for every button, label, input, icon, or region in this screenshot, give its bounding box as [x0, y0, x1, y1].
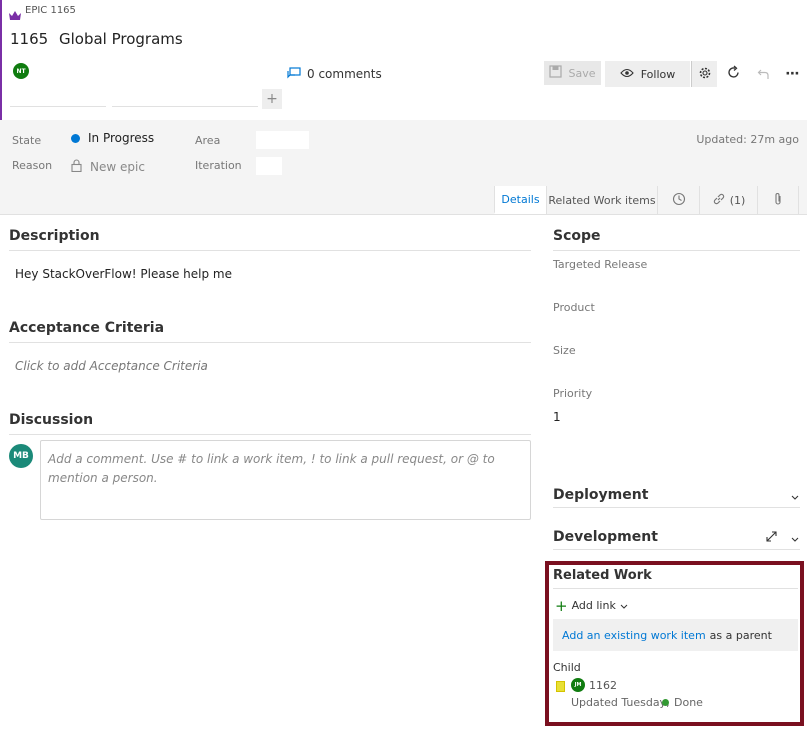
tab-details[interactable]: Details	[494, 186, 546, 214]
settings-button[interactable]	[691, 61, 717, 87]
acceptance-criteria-heading: Acceptance Criteria	[9, 320, 165, 336]
discussion-divider	[9, 434, 531, 435]
comment-icon	[287, 64, 301, 83]
work-item-title[interactable]: Global Programs	[59, 30, 183, 48]
eye-icon	[620, 67, 634, 81]
comments-link[interactable]: 0 comments	[287, 64, 382, 83]
description-divider	[9, 250, 531, 251]
iteration-field[interactable]	[256, 157, 282, 175]
refresh-button[interactable]	[722, 63, 744, 85]
development-divider	[553, 549, 800, 550]
acceptance-criteria-editor[interactable]: Click to add Acceptance Criteria	[9, 348, 531, 378]
state-field[interactable]: In Progress	[71, 131, 154, 145]
state-label: State	[12, 134, 42, 147]
updated-text: Updated: 27m ago	[696, 133, 799, 146]
size-label: Size	[553, 344, 576, 357]
plus-icon: +	[555, 596, 568, 615]
chevron-down-icon	[620, 599, 628, 612]
undo-button[interactable]	[752, 63, 774, 85]
comment-input[interactable]: Add a comment. Use # to link a work item…	[40, 440, 531, 520]
targeted-release-label: Targeted Release	[553, 258, 648, 271]
link-icon	[712, 192, 726, 209]
chevron-down-icon	[790, 528, 800, 547]
chevron-down-icon	[790, 486, 800, 505]
crown-icon	[9, 6, 21, 20]
tag-slot-2[interactable]	[112, 89, 258, 107]
save-button[interactable]: Save	[544, 61, 601, 85]
area-field[interactable]	[256, 131, 309, 149]
add-existing-work-item-link[interactable]: Add an existing work item	[562, 629, 706, 642]
feature-icon	[556, 681, 565, 692]
header-accent-bar	[0, 0, 2, 120]
follow-button[interactable]: Follow	[605, 61, 690, 87]
refresh-icon	[726, 65, 741, 84]
undo-icon	[757, 65, 770, 84]
product-field[interactable]	[553, 317, 800, 337]
scope-heading: Scope	[553, 228, 601, 244]
reason-field[interactable]: New epic	[71, 157, 145, 176]
priority-label: Priority	[553, 387, 593, 400]
more-actions-button[interactable]: ⋯	[782, 63, 804, 85]
lock-icon	[71, 157, 82, 176]
assignee-avatar[interactable]: NT	[13, 63, 29, 79]
development-section-header[interactable]: Development	[553, 526, 800, 548]
child-status-dot	[662, 699, 669, 706]
tab-attachments[interactable]	[757, 186, 799, 214]
targeted-release-field[interactable]	[553, 274, 800, 294]
deployment-divider	[553, 507, 800, 508]
child-work-item-id[interactable]: 1162	[589, 679, 617, 692]
tab-history[interactable]	[657, 186, 699, 214]
work-item-type: EPIC 1165	[25, 5, 76, 16]
related-work-heading: Related Work	[553, 568, 652, 583]
add-tag-button[interactable]: +	[262, 89, 282, 109]
scope-divider	[553, 250, 800, 251]
tag-slot-1[interactable]	[10, 89, 106, 107]
child-work-item[interactable]: JM 1162 Updated Tuesday, Done	[555, 678, 795, 714]
current-user-avatar: MB	[9, 444, 33, 468]
acceptance-divider	[9, 342, 531, 343]
deployment-section-header[interactable]: Deployment	[553, 484, 800, 506]
ellipsis-icon: ⋯	[785, 66, 801, 82]
priority-field[interactable]: 1	[553, 404, 800, 424]
add-parent-banner: Add an existing work item as a parent	[553, 619, 798, 651]
expand-icon[interactable]	[765, 528, 778, 547]
size-field[interactable]	[553, 360, 800, 380]
child-group-label: Child	[553, 661, 581, 674]
related-work-divider	[553, 588, 798, 589]
history-icon	[672, 192, 686, 209]
state-dot-icon	[71, 133, 80, 143]
description-editor[interactable]: Hey StackOverFlow! Please help me	[9, 256, 531, 286]
child-assignee-avatar: JM	[571, 678, 585, 692]
child-updated-text: Updated Tuesday,	[571, 696, 670, 709]
area-label: Area	[195, 134, 221, 147]
paperclip-icon	[773, 192, 783, 209]
product-label: Product	[553, 301, 595, 314]
tab-related-work-items[interactable]: Related Work items	[546, 186, 657, 214]
gear-icon	[698, 65, 712, 84]
development-actions	[765, 528, 800, 547]
child-status: Done	[674, 696, 703, 709]
iteration-label: Iteration	[195, 159, 242, 172]
work-item-id: 1165	[10, 30, 49, 48]
save-icon	[549, 65, 563, 81]
tab-links[interactable]: (1)	[699, 186, 757, 214]
add-link-button[interactable]: + Add link	[555, 596, 628, 615]
discussion-heading: Discussion	[9, 412, 94, 428]
description-heading: Description	[9, 228, 100, 244]
reason-label: Reason	[12, 159, 53, 172]
